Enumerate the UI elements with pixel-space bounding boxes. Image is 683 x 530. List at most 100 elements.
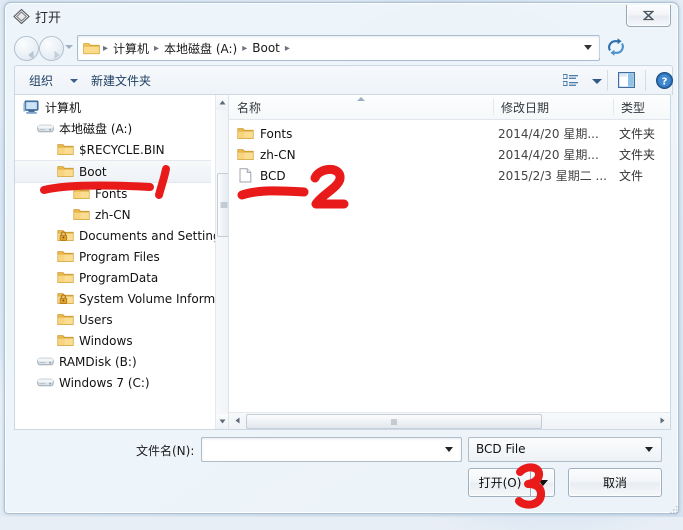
column-header-date[interactable]: 修改日期 <box>493 95 613 119</box>
file-type-cell: 文件 <box>619 169 644 183</box>
file-type-cell: 文件夹 <box>619 127 656 141</box>
filename-label: 文件名(N): <box>136 444 195 458</box>
folder-icon <box>57 249 74 264</box>
view-mode-caret-icon[interactable] <box>592 79 602 84</box>
tree-item-label: 计算机 <box>45 101 82 115</box>
tree-vertical-scrollbar[interactable] <box>215 95 228 429</box>
tree-scrollbar-thumb[interactable] <box>217 173 228 237</box>
tree-item-label: $RECYCLE.BIN <box>79 142 165 157</box>
file-name-label: zh-CN <box>260 147 296 162</box>
tree-item-zh-cn[interactable]: zh-CN <box>15 204 211 225</box>
filelist-horizontal-scrollbar[interactable] <box>229 412 670 429</box>
file-row[interactable]: zh-CN 2014/4/20 星期... 文件夹 <box>229 144 670 165</box>
breadcrumb-separator: ▸ <box>284 42 290 54</box>
scrollbar-grip-icon <box>220 202 227 208</box>
file-row[interactable]: Fonts 2014/4/20 星期... 文件夹 <box>229 123 670 144</box>
filelist-scrollbar-thumb[interactable] <box>246 414 542 429</box>
back-button[interactable] <box>14 36 39 61</box>
preview-pane-icon[interactable] <box>618 72 636 89</box>
folder-icon <box>73 207 90 222</box>
open-button[interactable]: 打开(O) <box>468 468 531 497</box>
scroll-up-icon[interactable] <box>216 95 228 110</box>
filename-combobox[interactable] <box>201 437 462 462</box>
scroll-right-icon[interactable] <box>654 413 670 428</box>
tree-item-windows-7-c[interactable]: Windows 7 (C:) <box>15 372 211 393</box>
tree-item-documents-and-settings[interactable]: Documents and Settings <box>15 225 227 246</box>
window-title: 打开 <box>35 11 62 26</box>
folder-icon <box>57 312 74 327</box>
filetype-combobox[interactable]: BCD File <box>468 437 662 462</box>
file-name-cell: zh-CN <box>237 147 296 162</box>
address-dropdown-icon[interactable] <box>584 45 592 50</box>
column-header-name-label: 名称 <box>237 100 262 115</box>
file-date-cell: 2014/4/20 星期... <box>498 127 599 141</box>
folder-icon <box>57 142 74 157</box>
tree-item-label: Documents and Settings <box>79 228 227 243</box>
file-date-cell: 2015/2/3 星期二 ... <box>498 169 607 183</box>
tree-item-users[interactable]: Users <box>15 309 211 330</box>
file-row[interactable]: BCD 2015/2/3 星期二 ... 文件 <box>229 165 670 186</box>
forward-button[interactable] <box>39 36 64 61</box>
address-bar[interactable]: ▸ 计算机 ▸ 本地磁盘 (A:) ▸ Boot ▸ <box>77 35 600 61</box>
help-circle-icon[interactable]: ? <box>656 72 673 89</box>
tree-item-label: RAMDisk (B:) <box>59 354 137 369</box>
cancel-button[interactable]: 取消 <box>568 468 662 497</box>
toolbar-divider <box>607 70 608 91</box>
close-icon <box>627 5 670 26</box>
tree-item-windows[interactable]: Windows <box>15 330 211 351</box>
toolbar-divider <box>599 36 600 58</box>
folder-tree-pane[interactable]: 计算机本地磁盘 (A:) $RECYCLE.BIN Boot Fonts zh-CN Do… <box>15 95 228 429</box>
tree-item-programdata[interactable]: ProgramData <box>15 267 211 288</box>
breadcrumb-separator: ▸ <box>102 42 109 54</box>
tree-item-label: Program Files <box>79 249 160 264</box>
scroll-down-icon[interactable] <box>216 414 228 429</box>
file-name-cell: BCD <box>237 168 286 183</box>
column-header-type-label: 类型 <box>621 100 646 115</box>
new-folder-button[interactable]: 新建文件夹 <box>91 72 151 89</box>
folder-icon <box>57 164 74 179</box>
file-icon <box>237 168 254 183</box>
tree-item-ramdisk-b[interactable]: RAMDisk (B:) <box>15 351 211 372</box>
breadcrumb-item-0[interactable]: 计算机 <box>111 40 151 57</box>
tree-item-fonts[interactable]: Fonts <box>15 183 211 204</box>
view-list-icon[interactable] <box>562 74 578 87</box>
svg-text:?: ? <box>662 76 668 87</box>
column-header-date-label: 修改日期 <box>501 100 550 115</box>
dialog-content: 计算机 本地磁盘 (A:) $RECYCLE.BIN Boot Fonts zh-CN Do… <box>14 94 671 430</box>
tree-item-label: System Volume Information <box>79 291 228 306</box>
tree-item-program-files[interactable]: Program Files <box>15 246 211 267</box>
drive-icon <box>37 354 54 369</box>
file-name-label: Fonts <box>260 126 293 141</box>
column-header-type[interactable]: 类型 <box>613 95 671 119</box>
tree-item-a[interactable]: 本地磁盘 (A:) <box>15 118 211 139</box>
filetype-value: BCD File <box>476 442 526 456</box>
filename-dropdown-icon[interactable] <box>445 447 453 452</box>
breadcrumb-item-1[interactable]: 本地磁盘 (A:) <box>162 40 239 57</box>
file-list-pane[interactable]: 名称 修改日期 类型 Fonts 2014/4/20 星期... 文件夹 zh-CN 2… <box>229 95 670 429</box>
tree-item-boot[interactable]: Boot <box>15 160 211 183</box>
recent-locations-dropdown[interactable] <box>65 45 73 49</box>
organize-menu-button[interactable]: 组织 <box>29 72 53 89</box>
tree-item-label: Users <box>79 312 113 327</box>
column-header-name[interactable]: 名称 <box>229 95 493 119</box>
tree-item-[interactable]: 计算机 <box>15 97 211 118</box>
tree-item-label: Boot <box>79 164 107 179</box>
tree-item-recycle-bin[interactable]: $RECYCLE.BIN <box>15 139 211 160</box>
scroll-left-icon[interactable] <box>229 413 245 428</box>
refresh-button[interactable] <box>605 37 627 57</box>
breadcrumb-item-2[interactable]: Boot <box>250 41 282 55</box>
filetype-dropdown-icon[interactable] <box>645 447 653 452</box>
filename-input[interactable] <box>206 441 440 459</box>
open-split-dropdown-button[interactable] <box>530 468 555 497</box>
tree-item-label: 本地磁盘 (A:) <box>59 122 133 136</box>
resize-grip-icon[interactable] <box>669 504 679 514</box>
close-button[interactable] <box>626 5 671 27</box>
caret-down-icon[interactable] <box>70 79 78 83</box>
scrollbar-grip-icon <box>391 418 397 425</box>
breadcrumb-separator: ▸ <box>242 42 248 54</box>
file-type-cell: 文件夹 <box>619 148 656 162</box>
folder-icon <box>237 126 254 141</box>
refresh-icon <box>608 38 624 56</box>
screenshot-root: 打开 ▸ 计算机 ▸ 本地磁盘 (A:) ▸ Boot ▸ 组织 新建文件夹 ?… <box>0 0 683 530</box>
tree-item-system-volume-information[interactable]: System Volume Information <box>15 288 228 309</box>
